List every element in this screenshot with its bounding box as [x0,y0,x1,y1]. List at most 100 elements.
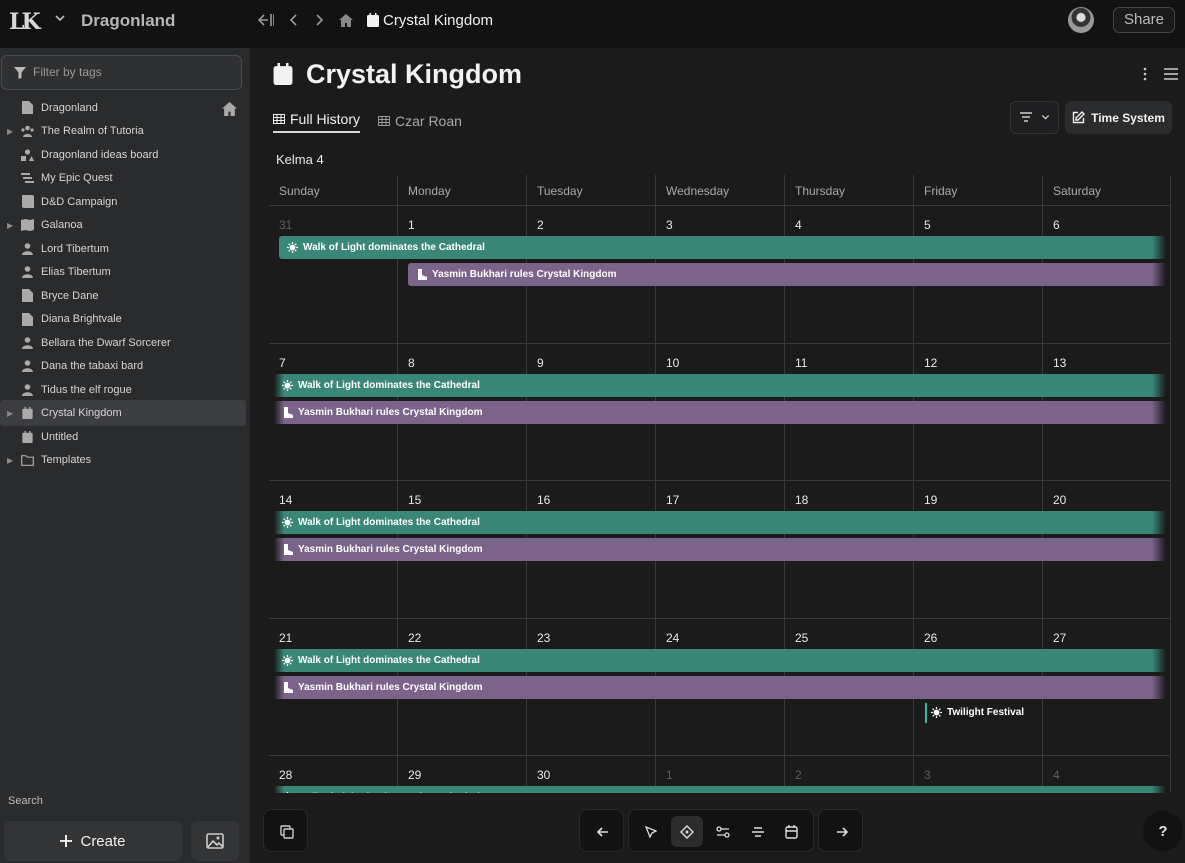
sidebar-item-label: Bellara the Dwarf Sorcerer [41,336,171,349]
expand-arrow-icon[interactable]: ▶ [7,409,13,418]
filter-placeholder: Filter by tags [33,65,102,79]
day-number: 28 [279,768,293,782]
table-grid-icon [378,115,390,126]
sidebar-item-untitled[interactable]: Untitled [0,425,245,448]
time-system-button[interactable]: Time System [1065,101,1172,134]
avatar[interactable] [1068,7,1094,33]
tab-full-history[interactable]: Full History [273,108,361,133]
sidebar-item-the-realm-of-tutoria[interactable]: ▶ The Realm of Tutoria [0,120,245,143]
calendar-icon [21,430,34,443]
map-icon [21,219,34,232]
align-tool[interactable] [742,816,774,847]
help-button[interactable]: ? [1143,811,1183,851]
sidebar-item-dana-the-tabaxi-bard[interactable]: Dana the tabaxi bard [0,355,245,378]
sidebar-item-label: Templates [41,454,92,466]
previous-month-button[interactable] [579,809,624,852]
workspace-logo[interactable]: LK [9,9,41,35]
sidebar-item-bryce-dane[interactable]: Bryce Dane [0,284,245,307]
sidebar-item-templates[interactable]: ▶ Templates [0,449,245,472]
diamond-tool[interactable] [671,816,703,847]
event-walk-of-light[interactable]: Walk of Light dominates the Cathedral [279,236,1166,259]
event-walk-of-light[interactable]: Walk of Light dominates the Cathedral [274,511,1166,534]
day-number: 14 [279,493,293,507]
top-bar: LK Dragonland Crystal Kingdom Share [0,0,1185,48]
share-button[interactable]: Share [1113,7,1175,33]
filter-dropdown[interactable] [1010,101,1059,134]
copy-button[interactable] [263,809,308,852]
tab-full-history-label: Full History [290,110,361,127]
chevron-down-icon[interactable] [55,13,65,23]
day-number: 30 [537,768,551,782]
event-yasmin-bukhari[interactable]: Yasmin Bukhari rules Crystal Kingdom [408,263,1166,286]
sidebar-item-lord-tibertum[interactable]: Lord Tibertum [0,237,245,260]
event-label: Twilight Festival [947,707,1025,718]
expand-arrow-icon[interactable]: ▶ [7,221,13,230]
day-number: 12 [924,355,938,370]
day-number: 15 [408,493,422,507]
day-number: 4 [1053,768,1060,782]
sidebar-item-my-epic-quest[interactable]: My Epic Quest [0,167,245,190]
weekday-header-monday: Monday [398,175,527,206]
main-content: Crystal Kingdom Full History Czar Roan T… [250,48,1185,863]
sidebar-item-tidus-the-elf-rogue[interactable]: Tidus the elf rogue [0,378,245,401]
event-yasmin-bukhari[interactable]: Yasmin Bukhari rules Crystal Kingdom [274,675,1166,699]
sidebar-item-dragonland[interactable]: Dragonland [0,96,245,119]
event-walk-of-light[interactable]: Walk of Light dominates the Cathedral [274,373,1166,397]
event-walk-of-light[interactable]: Walk of Light dominates the Cathedral [274,786,1166,793]
filter-lines-icon [1020,112,1032,122]
filter-by-tags-input[interactable]: Filter by tags [1,55,242,90]
calendar-day-cell[interactable]: 31 [269,206,398,344]
calendar-grid: Sunday Monday Tuesday Wednesday Thursday Frid… [269,175,1171,793]
event-walk-of-light[interactable]: Walk of Light dominates the Cathedral [274,648,1166,672]
collapse-sidebar-icon[interactable] [257,11,275,29]
next-month-button[interactable] [818,809,863,852]
calendar-tool[interactable] [775,816,807,847]
day-number: 22 [408,630,422,645]
weekday-header-sunday: Sunday [269,175,398,206]
weekday-header-saturday: Saturday [1043,175,1171,206]
day-number: 20 [1053,493,1067,507]
sidebar-item-d-d-campaign[interactable]: D&D Campaign [0,190,245,213]
expand-arrow-icon[interactable]: ▶ [7,456,13,465]
breadcrumb-page-title[interactable]: Crystal Kingdom [383,12,493,29]
sidebar-item-crystal-kingdom[interactable]: ▶ Crystal Kingdom [0,400,246,426]
expand-arrow-icon[interactable]: ▶ [7,127,13,136]
workspace-name[interactable]: Dragonland [81,11,175,31]
weekday-header-tuesday: Tuesday [527,175,656,206]
create-button[interactable]: Create [4,821,182,861]
search-label[interactable]: Search [8,795,43,807]
more-options-icon[interactable] [1140,65,1150,83]
boot-icon [282,544,293,555]
connect-tool[interactable] [707,816,739,847]
image-button[interactable] [191,821,239,861]
menu-lines-icon[interactable] [1163,65,1179,83]
event-yasmin-bukhari[interactable]: Yasmin Bukhari rules Crystal Kingdom [274,538,1166,561]
sidebar-item-label: Galanoa [41,219,83,231]
people-group-icon [21,125,34,138]
sidebar-item-label: D&D Campaign [41,195,118,208]
forward-arrow-icon[interactable] [312,11,326,29]
day-number: 10 [666,355,680,370]
day-number: 1 [666,768,673,782]
document-icon [21,289,34,302]
event-twilight-festival[interactable]: Twilight Festival [925,702,1025,723]
sidebar-item-elias-tibertum[interactable]: Elias Tibertum [0,261,245,284]
event-label: Yasmin Bukhari rules Crystal Kingdom [298,681,483,693]
home-icon[interactable] [221,101,237,116]
day-number: 6 [1053,218,1060,232]
day-number: 21 [279,630,293,645]
day-number: 25 [795,630,809,645]
home-icon[interactable] [338,11,354,29]
event-yasmin-bukhari[interactable]: Yasmin Bukhari rules Crystal Kingdom [274,400,1166,424]
folder-icon [21,454,34,467]
page-title[interactable]: Crystal Kingdom [306,59,522,90]
pointer-tool[interactable] [635,816,667,847]
sidebar-item-galanoa[interactable]: ▶ Galanoa [0,214,245,237]
boot-icon [282,681,293,693]
sidebar-item-label: Lord Tibertum [41,242,109,255]
back-arrow-icon[interactable] [287,11,301,29]
tab-czar-roan[interactable]: Czar Roan [378,108,462,133]
sidebar-item-diana-brightvale[interactable]: Diana Brightvale [0,308,245,331]
sidebar-item-bellara-the-dwarf-sorcerer[interactable]: Bellara the Dwarf Sorcerer [0,331,245,354]
sidebar-item-dragonland-ideas-board[interactable]: Dragonland ideas board [0,143,245,166]
